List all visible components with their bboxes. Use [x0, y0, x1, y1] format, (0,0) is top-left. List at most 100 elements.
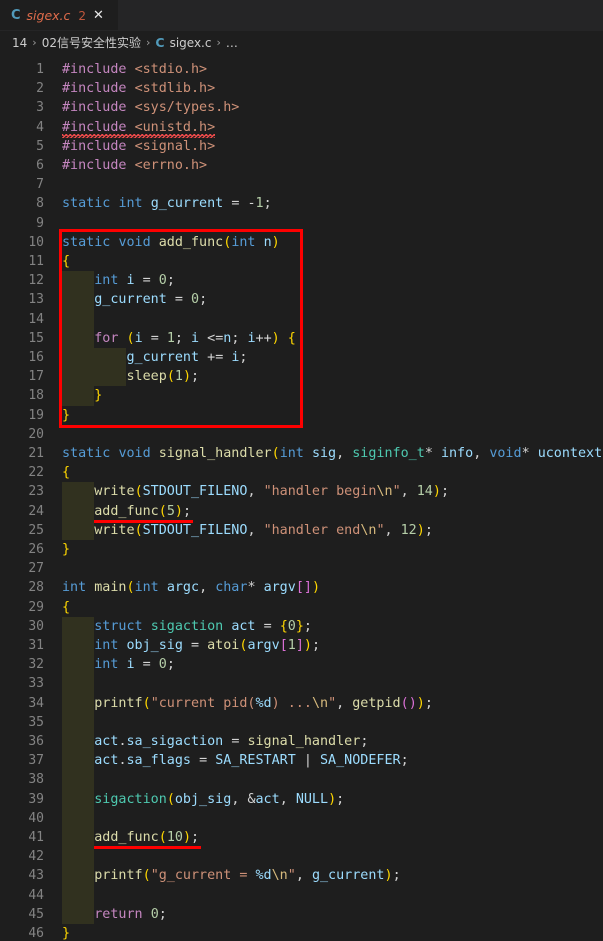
- code-line[interactable]: 33: [0, 674, 603, 694]
- line-number: 39: [28, 791, 44, 807]
- code-line[interactable]: 30 struct sigaction act = {0};: [0, 616, 603, 636]
- line-number: 29: [28, 599, 44, 615]
- code-line[interactable]: 22 {: [0, 463, 603, 482]
- code-line[interactable]: 16 g_current += i;: [0, 348, 603, 368]
- code-line[interactable]: 27: [0, 559, 603, 578]
- close-icon[interactable]: ✕: [93, 9, 104, 22]
- indent-guide: [62, 674, 95, 694]
- breadcrumb-separator: ›: [145, 36, 151, 49]
- code-line[interactable]: 35: [0, 712, 603, 732]
- line-number: 36: [28, 734, 44, 749]
- breadcrumb-item-symbol-overflow[interactable]: …: [226, 36, 238, 50]
- breadcrumb-separator: ›: [32, 36, 37, 49]
- code-line[interactable]: 32 int i = 0;: [0, 655, 603, 675]
- line-number: 25: [28, 522, 44, 538]
- code-line[interactable]: 5 #include <signal.h>: [0, 137, 603, 156]
- code-line[interactable]: 25 write(STDOUT_FILENO, "handler end\n",…: [0, 520, 603, 540]
- line-number: 42: [28, 849, 44, 865]
- code-line[interactable]: 40: [0, 808, 603, 828]
- breadcrumb-item-folder-14[interactable]: 14: [12, 36, 27, 50]
- code-line[interactable]: 36 act.sa_sigaction = signal_handler;: [0, 732, 603, 752]
- code-line[interactable]: 45 return 0;: [0, 904, 603, 924]
- line-content: {: [62, 254, 71, 269]
- line-content: for (i = 1; i <=n; i++) {: [94, 330, 296, 346]
- code-line[interactable]: 31 int obj_sig = atoi(argv[1]);: [0, 636, 603, 656]
- code-line[interactable]: 9: [0, 214, 603, 233]
- line-number: 11: [28, 254, 44, 269]
- code-line[interactable]: 42: [0, 847, 603, 867]
- line-content: {: [62, 599, 71, 615]
- code-line[interactable]: 39 sigaction(obj_sig, &act, NULL);: [0, 789, 603, 809]
- line-content: static int g_current = -1;: [62, 196, 272, 212]
- code-line[interactable]: 15 for (i = 1; i <=n; i++) {: [0, 328, 603, 348]
- line-content: add_func(10);: [94, 830, 200, 845]
- code-line[interactable]: 43 printf("g_current = %d\n", g_current)…: [0, 866, 603, 886]
- code-line[interactable]: 24 add_func(5);: [0, 501, 603, 521]
- code-line[interactable]: 13 g_current = 0;: [0, 290, 603, 310]
- line-number: 22: [28, 465, 44, 481]
- code-line[interactable]: 18 }: [0, 386, 603, 406]
- annotation-underline: [94, 846, 201, 850]
- line-content: sleep(1);: [126, 369, 200, 385]
- tab-problem-count-badge: 2: [78, 8, 87, 23]
- code-line[interactable]: 29 {: [0, 598, 603, 617]
- breadcrumb-item-file-sigex-c[interactable]: sigex.c: [170, 36, 212, 50]
- line-number: 28: [28, 580, 44, 596]
- indent-guide: [62, 712, 95, 732]
- line-number: 34: [28, 695, 44, 711]
- code-editor[interactable]: 1 #include <stdio.h> 2 #include <stdlib.h> 3…: [0, 54, 603, 941]
- line-content: }: [62, 407, 71, 423]
- line-number: 26: [28, 542, 44, 557]
- code-line[interactable]: 38: [0, 770, 603, 790]
- c-language-icon: C: [11, 8, 21, 23]
- code-line[interactable]: 34 printf("current pid(%d) ...\n", getpi…: [0, 693, 603, 713]
- code-line[interactable]: 46}: [0, 924, 603, 941]
- line-number: 17: [28, 369, 44, 385]
- line-content: int obj_sig = atoi(argv[1]);: [94, 638, 320, 653]
- code-line[interactable]: 21 static void signal_handler(int sig, si…: [0, 444, 603, 463]
- line-number: 35: [28, 714, 44, 730]
- code-line[interactable]: 11 {: [0, 252, 603, 271]
- code-line[interactable]: 12 int i = 0;: [0, 271, 603, 291]
- code-line[interactable]: 28 int main(int argc, char* argv[]): [0, 578, 603, 597]
- line-content: {: [62, 465, 71, 481]
- code-line[interactable]: 44: [0, 885, 603, 905]
- code-line[interactable]: 20: [0, 425, 603, 444]
- code-line[interactable]: 41 add_func(10);: [0, 828, 603, 848]
- line-number: 38: [28, 772, 44, 788]
- code-line[interactable]: 14: [0, 309, 603, 329]
- code-lines: 1 #include <stdio.h> 2 #include <stdlib.h> 3…: [0, 54, 603, 941]
- line-number: 2: [36, 81, 44, 97]
- code-line[interactable]: 7: [0, 175, 603, 194]
- line-content: sigaction(obj_sig, &act, NULL);: [94, 791, 345, 807]
- indent-guide: [62, 808, 95, 828]
- code-line[interactable]: 10 static void add_func(int n): [0, 233, 603, 252]
- line-number: 9: [36, 215, 44, 231]
- code-line[interactable]: 6 #include <errno.h>: [0, 156, 603, 175]
- code-line[interactable]: 8 static int g_current = -1;: [0, 194, 603, 213]
- code-line[interactable]: 17 sleep(1);: [0, 367, 603, 387]
- code-line[interactable]: 3 #include <sys/types.h>: [0, 98, 603, 117]
- line-number: 16: [28, 350, 44, 365]
- line-number: 10: [28, 234, 44, 250]
- breadcrumb-item-folder-experiment[interactable]: 02信号安全性实验: [42, 34, 141, 51]
- line-number: 43: [28, 868, 44, 884]
- line-content: printf("g_current = %d\n", g_current);: [94, 868, 401, 884]
- editor-tab-sigex-c[interactable]: C sigex.c 2 ✕: [0, 0, 118, 31]
- line-number: 45: [28, 906, 44, 922]
- code-line[interactable]: 2 #include <stdlib.h>: [0, 79, 603, 98]
- line-number: 21: [28, 446, 44, 461]
- line-content: int i = 0;: [94, 657, 175, 673]
- line-number: 4: [36, 119, 44, 135]
- indent-guide: [62, 309, 95, 329]
- line-content: act.sa_sigaction = signal_handler;: [94, 734, 369, 749]
- code-line[interactable]: 23 write(STDOUT_FILENO, "handler begin\n…: [0, 482, 603, 502]
- code-line[interactable]: 37 act.sa_flags = SA_RESTART | SA_NODEFE…: [0, 751, 603, 771]
- line-number: 33: [28, 676, 44, 692]
- line-number: 20: [28, 426, 44, 442]
- line-number: 6: [36, 158, 44, 173]
- code-line[interactable]: 1 #include <stdio.h>: [0, 60, 603, 79]
- code-line[interactable]: 26}: [0, 540, 603, 559]
- annotation-underline: [94, 519, 193, 523]
- code-line[interactable]: 19}: [0, 406, 603, 425]
